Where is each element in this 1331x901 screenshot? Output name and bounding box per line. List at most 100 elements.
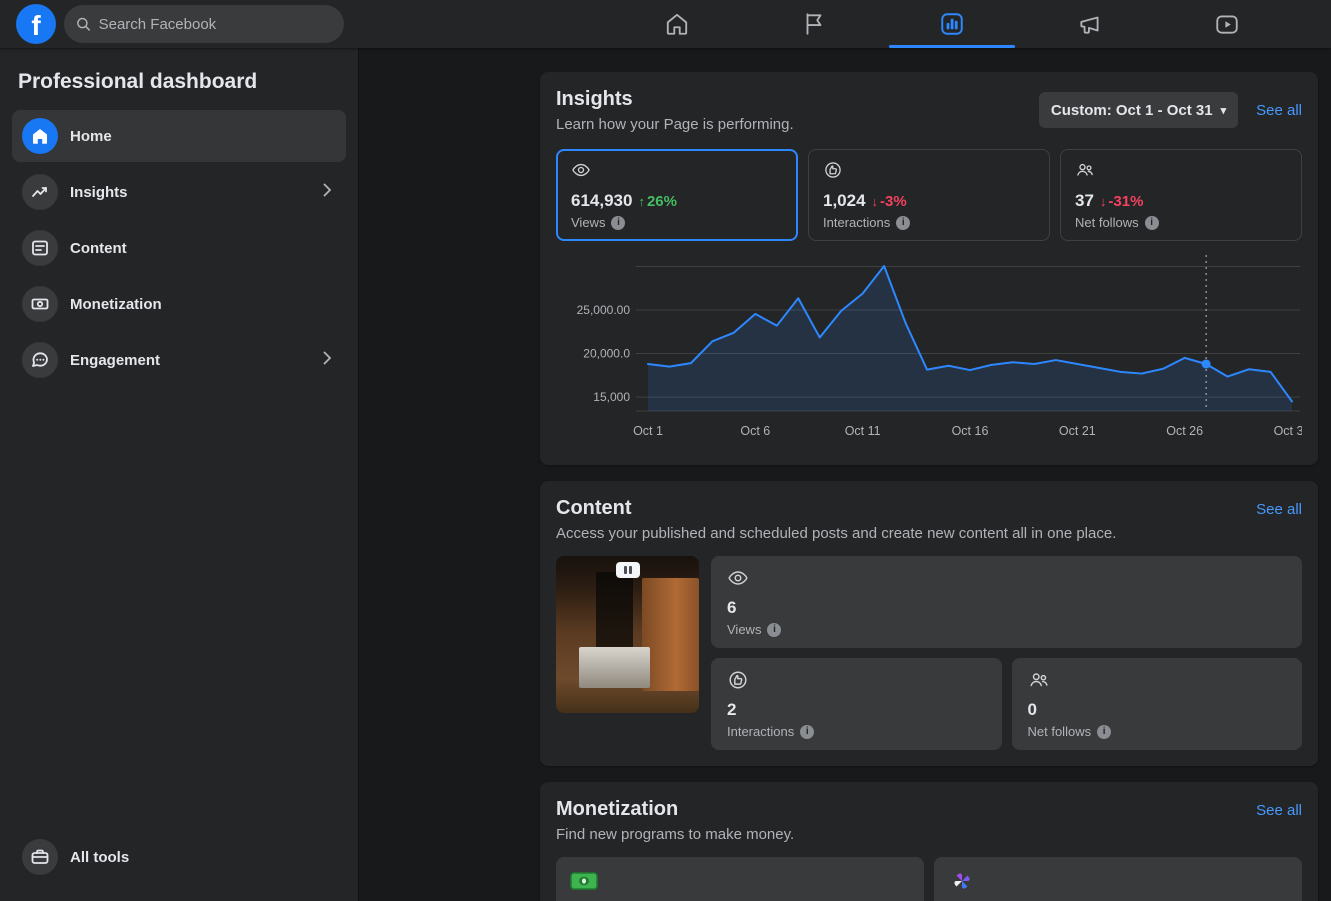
like-circle-icon	[727, 671, 749, 695]
insights-card: Insights Learn how your Page is performi…	[540, 72, 1318, 465]
sidebar-item-home[interactable]: Home	[12, 110, 346, 162]
monetization-earnings-tile[interactable]	[556, 857, 924, 901]
watch-icon	[1216, 15, 1238, 34]
sidebar-item-label: Engagement	[70, 351, 161, 369]
sidebar: Professional dashboard Home Insights Con…	[0, 48, 358, 901]
banknote-icon	[22, 286, 58, 322]
interactions-delta: ↓ -3%	[871, 193, 907, 210]
posts-icon	[22, 230, 58, 266]
sidebar-item-monetization[interactable]: Monetization	[12, 278, 346, 330]
search-bar[interactable]	[64, 5, 344, 43]
stars-pinwheel-icon	[954, 873, 970, 889]
info-icon[interactable]: i	[800, 724, 815, 739]
sidebar-item-label: Insights	[70, 183, 128, 201]
svg-text:Oct 6: Oct 6	[740, 424, 770, 438]
content-see-all-link[interactable]: See all	[1256, 501, 1302, 518]
sidebar-item-insights[interactable]: Insights	[12, 166, 346, 218]
top-navigation	[608, 0, 1296, 48]
info-icon[interactable]: i	[767, 622, 782, 637]
svg-text:20,000.0: 20,000.0	[583, 347, 630, 361]
net-follows-delta: ↓ -31%	[1099, 193, 1144, 210]
info-icon[interactable]: i	[1097, 724, 1112, 739]
eye-icon	[727, 571, 749, 593]
content-views-value: 6	[727, 598, 737, 617]
like-circle-icon	[823, 160, 1035, 185]
sidebar-item-content[interactable]: Content	[12, 222, 346, 274]
date-range-dropdown[interactable]: Custom: Oct 1 - Oct 31 ▾	[1038, 92, 1239, 128]
trending-icon	[22, 174, 58, 210]
net-follows-value: 37	[1075, 191, 1094, 210]
main-content: Insights Learn how your Page is performi…	[358, 48, 1331, 901]
insights-subtitle: Learn how your Page is performing.	[556, 116, 794, 133]
down-arrow-icon: ↓	[871, 194, 879, 209]
caret-down-icon: ▾	[1220, 104, 1227, 117]
home-icon	[22, 118, 58, 154]
nav-tab-ads[interactable]	[1021, 0, 1159, 48]
money-bill-icon	[570, 872, 598, 890]
content-subtitle: Access your published and scheduled post…	[556, 525, 1117, 542]
content-net-follows-label: Net follows	[1027, 724, 1092, 739]
views-label: Views	[571, 215, 606, 230]
nav-tab-home[interactable]	[608, 0, 746, 48]
stat-tile-interactions[interactable]: 1,024 ↓ -3% Interactions i	[808, 149, 1050, 241]
content-interactions-label: Interactions	[727, 724, 795, 739]
eye-icon	[571, 160, 783, 185]
views-value: 614,930	[571, 191, 633, 210]
carousel-badge-icon	[615, 562, 640, 578]
search-input[interactable]	[98, 15, 332, 33]
info-icon[interactable]: i	[1144, 215, 1159, 230]
home-icon	[666, 13, 687, 35]
monetization-subtitle: Find new programs to make money.	[556, 826, 795, 843]
interactions-value: 1,024	[823, 191, 866, 210]
svg-text:Oct 1: Oct 1	[633, 424, 663, 438]
up-arrow-icon: ↑	[638, 194, 645, 209]
post-thumbnail[interactable]	[556, 556, 699, 713]
sidebar-item-label: Monetization	[70, 295, 162, 313]
nav-tab-pages[interactable]	[746, 0, 884, 48]
sidebar-item-all-tools[interactable]: All tools	[12, 831, 346, 883]
comment-dots-icon	[22, 342, 58, 378]
content-stat-views[interactable]: 6 Views i	[711, 556, 1302, 648]
svg-text:Oct 16: Oct 16	[952, 424, 989, 438]
stat-tile-views[interactable]: 614,930 ↑ 26% Views i	[556, 149, 798, 241]
megaphone-icon	[1079, 16, 1099, 34]
content-interactions-value: 2	[727, 700, 737, 719]
chevron-right-icon	[318, 181, 336, 204]
page-title: Professional dashboard	[18, 70, 258, 93]
search-icon	[77, 17, 90, 31]
briefcase-icon	[22, 839, 58, 875]
monetization-see-all-link[interactable]: See all	[1256, 802, 1302, 819]
stat-tile-net-follows[interactable]: 37 ↓ -31% Net follows i	[1060, 149, 1302, 241]
info-icon[interactable]: i	[611, 215, 626, 230]
top-bar: f	[0, 0, 1331, 48]
net-follows-label: Net follows	[1075, 215, 1139, 230]
content-net-follows-value: 0	[1027, 700, 1037, 719]
flag-icon	[806, 13, 822, 35]
svg-text:Oct 31: Oct 31	[1274, 424, 1302, 438]
nav-tab-insights[interactable]	[883, 0, 1021, 48]
content-title: Content	[556, 497, 632, 519]
views-line-chart: 25,000.00 20,000.0 15,000 Oct 1 Oct 6 Oct 11 O…	[556, 249, 1310, 449]
insights-title: Insights	[556, 88, 633, 110]
chevron-right-icon	[318, 349, 336, 372]
content-stat-net-follows[interactable]: 0 Net follows i	[1011, 658, 1302, 750]
followers-icon	[1075, 160, 1287, 185]
monetization-stars-tile[interactable]	[934, 857, 1302, 901]
interactions-label: Interactions	[823, 215, 891, 230]
svg-text:Oct 26: Oct 26	[1166, 424, 1203, 438]
monetization-title: Monetization	[556, 798, 679, 820]
svg-text:25,000.00: 25,000.00	[577, 303, 631, 317]
svg-text:Oct 11: Oct 11	[845, 424, 881, 438]
sidebar-item-label: Content	[70, 239, 127, 257]
views-delta: ↑ 26%	[638, 193, 677, 210]
nav-tab-video[interactable]	[1158, 0, 1296, 48]
facebook-logo[interactable]: f	[16, 4, 56, 44]
monetization-card: Monetization Find new programs to make m…	[540, 782, 1318, 901]
info-icon[interactable]: i	[896, 215, 911, 230]
insights-see-all-link[interactable]: See all	[1256, 102, 1302, 119]
bar-chart-icon	[941, 13, 963, 35]
sidebar-item-label: All tools	[70, 848, 130, 866]
svg-text:15,000: 15,000	[593, 390, 630, 404]
sidebar-item-engagement[interactable]: Engagement	[12, 334, 346, 386]
content-stat-interactions[interactable]: 2 Interactions i	[711, 658, 1002, 750]
